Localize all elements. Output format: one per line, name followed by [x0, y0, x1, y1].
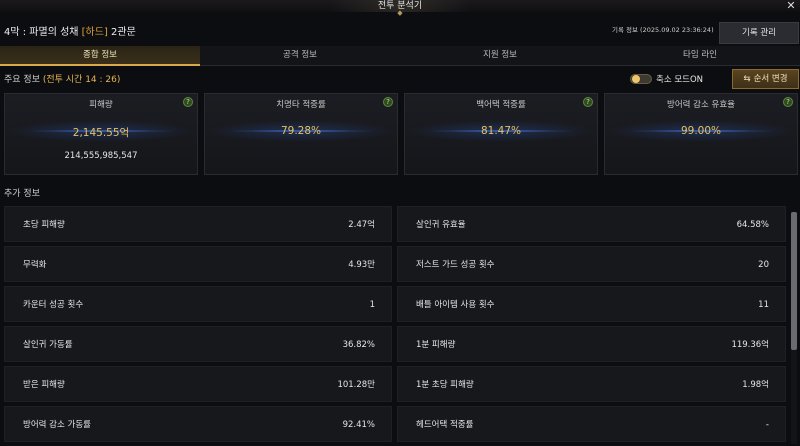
- scrollbar[interactable]: [791, 212, 797, 444]
- extra-label: 초당 피해량: [23, 220, 65, 230]
- extra-value: 2.47억: [348, 220, 375, 230]
- extra-value: 1: [369, 300, 375, 310]
- record-info: 기록 정보 (2025.09.02 23:36:24): [612, 26, 714, 34]
- extra-value: 92.41%: [342, 420, 375, 430]
- tab-support[interactable]: 지원 정보: [400, 46, 600, 65]
- close-button[interactable]: ✕: [785, 0, 797, 12]
- extra-row: 헤드어택 적중률 -: [397, 406, 786, 442]
- extra-value: 64.58%: [736, 220, 769, 230]
- extra-row: 배틀 아이템 사용 횟수 11: [397, 286, 786, 322]
- help-icon[interactable]: ?: [383, 97, 393, 107]
- main-info-title: 주요 정보: [4, 75, 43, 85]
- extra-label: 헤드어택 적중률: [416, 420, 474, 430]
- extra-label: 배틀 아이템 사용 횟수: [416, 300, 495, 310]
- extra-label: 방어력 감소 가동률: [23, 420, 91, 430]
- stage-suffix: 2관문: [107, 27, 136, 38]
- stat-cards: 피해량 2,145.55억 214,555,985,547 ? 치명타 적중률 …: [4, 93, 799, 175]
- extra-row: 저스트 가드 성공 횟수 20: [397, 246, 786, 282]
- extra-value: 4.93만: [348, 260, 375, 270]
- extra-value: 20: [758, 260, 769, 270]
- help-icon[interactable]: ?: [583, 97, 593, 107]
- stage-title: 4막 : 파멸의 성채 [하드] 2관문: [4, 23, 136, 38]
- extra-label: 카운터 성공 횟수: [23, 300, 84, 310]
- stat-card-back-attack-rate: 백어택 적중률 81.47% ?: [404, 93, 598, 175]
- extra-value: 11: [758, 300, 769, 310]
- extra-label: 1분 초당 피해량: [416, 380, 474, 390]
- extra-row: 방어력 감소 가동률 92.41%: [4, 406, 392, 442]
- swap-icon: ⇆: [743, 74, 751, 84]
- extra-value: 119.36억: [731, 340, 769, 350]
- help-icon[interactable]: ?: [783, 97, 793, 107]
- extra-row: 받은 피해량 101.28만: [4, 366, 392, 402]
- tab-attack[interactable]: 공격 정보: [200, 46, 400, 65]
- extra-value: -: [765, 420, 769, 430]
- stat-card-value: 79.28%: [280, 125, 322, 137]
- stage-prefix: 4막 : 파멸의 성채: [4, 27, 82, 38]
- change-order-label: 순서 변경: [753, 74, 788, 84]
- tab-timeline[interactable]: 타임 라인: [600, 46, 800, 65]
- main-info-heading: 주요 정보 (전투 시간 14 : 26): [4, 72, 120, 85]
- stat-card-label: 치명타 적중률: [276, 100, 326, 110]
- extra-label: 1분 피해량: [416, 340, 456, 350]
- extra-value: 36.82%: [342, 340, 375, 350]
- stat-card-value: 2,145.55억: [72, 127, 130, 139]
- extra-row: 무력화 4.93만: [4, 246, 392, 282]
- stat-card-damage: 피해량 2,145.55억 214,555,985,547 ?: [4, 93, 198, 175]
- title-bar: 전투 분석기 ◆ ✕: [0, 0, 800, 17]
- stat-card-subvalue: 214,555,985,547: [64, 151, 138, 161]
- extra-row: 1분 초당 피해량 1.98억: [397, 366, 786, 402]
- extra-row: 카운터 성공 횟수 1: [4, 286, 392, 322]
- help-icon[interactable]: ?: [183, 97, 193, 107]
- battle-time: (전투 시간 14 : 26): [42, 75, 121, 85]
- stat-card-label: 백어택 적중률: [476, 100, 526, 110]
- extra-label: 받은 피해량: [23, 380, 65, 390]
- extra-row: 초당 피해량 2.47억: [4, 206, 392, 242]
- stat-card-defense-reduction: 방어력 감소 유효율 99.00% ?: [604, 93, 798, 175]
- stat-card-crit-rate: 치명타 적중률 79.28% ?: [204, 93, 398, 175]
- extra-label: 살인귀 가동률: [23, 340, 73, 350]
- extra-info-title: 추가 정보: [4, 189, 40, 199]
- extra-value: 1.98억: [742, 380, 769, 390]
- extra-info-panel: 초당 피해량 2.47억 살인귀 유효율 64.58% 무력화 4.93만 저스트 가…: [4, 206, 789, 446]
- compact-mode-toggle[interactable]: [630, 74, 652, 84]
- tab-bar: 종합 정보 공격 정보 지원 정보 타임 라인: [0, 46, 800, 66]
- toggle-knob: [632, 75, 640, 83]
- header: 4막 : 파멸의 성채 [하드] 2관문 기록 정보 (2025.09.02 2…: [0, 14, 800, 44]
- stat-card-value: 81.47%: [480, 125, 522, 137]
- compact-mode-label: 축소 모드ON: [656, 75, 704, 85]
- extra-label: 무력화: [23, 260, 47, 270]
- extra-label: 살인귀 유효율: [416, 220, 466, 230]
- extra-label: 저스트 가드 성공 횟수: [416, 260, 495, 270]
- stat-card-label: 방어력 감소 유효율: [667, 100, 735, 110]
- stat-card-value: 99.00%: [680, 125, 722, 137]
- extra-row: 살인귀 유효율 64.58%: [397, 206, 786, 242]
- change-order-button[interactable]: ⇆ 순서 변경: [732, 69, 799, 89]
- compact-mode-toggle-group: 축소 모드ON: [630, 73, 703, 85]
- scrollbar-thumb[interactable]: [791, 212, 797, 350]
- extra-value: 101.28만: [337, 380, 375, 390]
- extra-row: 1분 피해량 119.36억: [397, 326, 786, 362]
- extra-row: 살인귀 가동률 36.82%: [4, 326, 392, 362]
- stat-card-label: 피해량: [89, 100, 113, 110]
- tab-overview[interactable]: 종합 정보: [0, 46, 200, 66]
- difficulty-label: [하드]: [81, 27, 108, 38]
- record-manage-button[interactable]: 기록 관리: [719, 22, 799, 44]
